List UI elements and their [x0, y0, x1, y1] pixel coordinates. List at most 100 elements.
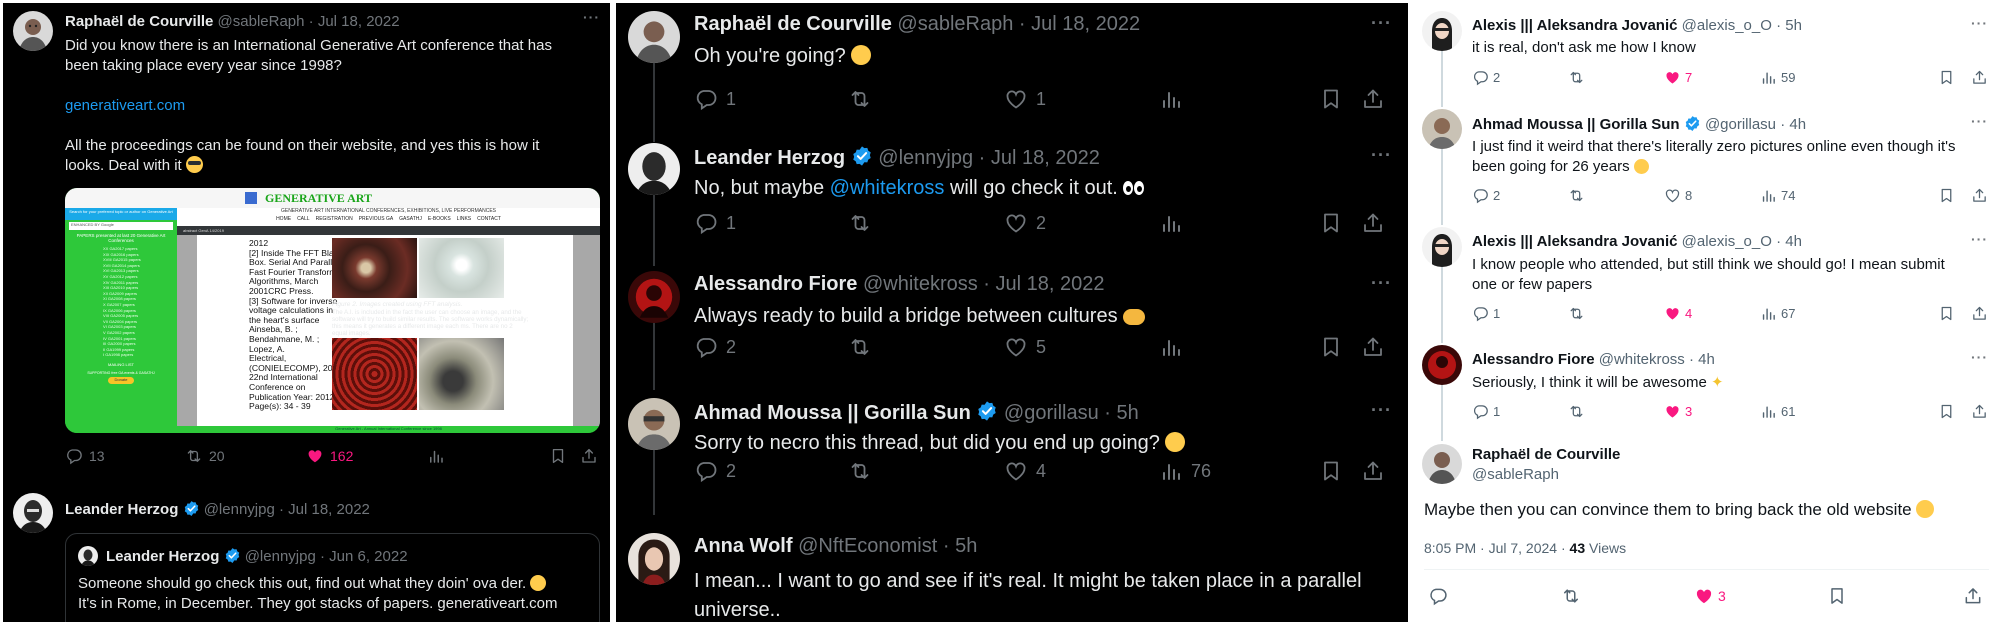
author-name[interactable]: Alessandro Fiore — [694, 273, 857, 295]
author-handle[interactable]: @sableRaph — [218, 13, 305, 30]
reply-button[interactable]: 1 — [1472, 305, 1500, 322]
like-button[interactable]: 3 — [1694, 586, 1726, 606]
bookmark-button[interactable] — [549, 447, 567, 465]
share-button[interactable] — [1971, 403, 1988, 420]
retweet-button[interactable] — [848, 335, 872, 359]
nav-registration[interactable]: REGISTRATION — [316, 216, 353, 226]
like-button[interactable]: 2 — [1004, 211, 1046, 235]
attached-image[interactable]: GENERATIVE ART GENERATIVE ART INTERNATIO… — [65, 188, 600, 433]
author-handle[interactable]: @whitekross — [863, 273, 978, 295]
bookmark-button[interactable] — [1938, 69, 1955, 86]
author-handle[interactable]: @gorillasu — [1705, 116, 1776, 133]
author-name[interactable]: Alexis ||| Aleksandra Jovanić — [1472, 17, 1677, 34]
avatar[interactable] — [1422, 227, 1462, 267]
bookmark-button[interactable] — [1827, 586, 1847, 606]
author-name[interactable]: Raphaël de Courville — [65, 13, 213, 30]
author-name[interactable]: Ahmad Moussa || Gorilla Sun — [1472, 116, 1680, 133]
author-name[interactable]: Leander Herzog — [694, 147, 845, 169]
author-name[interactable]: Alexis ||| Aleksandra Jovanić — [1472, 233, 1677, 250]
tweet-time[interactable]: 8:05 PM · Jul 7, 2024 · — [1424, 540, 1570, 556]
more-icon[interactable]: ··· — [1971, 349, 1988, 365]
nav-call[interactable]: CALL — [297, 216, 310, 226]
views-button[interactable]: 76 — [1159, 459, 1211, 483]
avatar[interactable] — [628, 398, 680, 450]
reply-button[interactable] — [1428, 586, 1448, 606]
more-icon[interactable]: ··· — [583, 9, 600, 25]
tweet-date[interactable]: 5h — [955, 535, 977, 557]
tweet-date[interactable]: 4h — [1698, 351, 1715, 368]
like-button[interactable]: 5 — [1004, 335, 1046, 359]
more-icon[interactable]: ··· — [1371, 400, 1392, 421]
share-button[interactable] — [1361, 211, 1385, 235]
site-search-input[interactable]: ENHANCED BY Google — [69, 222, 173, 230]
retweet-button[interactable] — [848, 87, 872, 111]
avatar[interactable] — [628, 533, 680, 585]
like-button[interactable]: 4 — [1664, 305, 1692, 322]
more-icon[interactable]: ··· — [1371, 145, 1392, 166]
nav-contact[interactable]: CONTACT — [477, 216, 501, 226]
author-handle[interactable]: @lennyjpg — [204, 501, 275, 518]
author-handle[interactable]: @whitekross — [1599, 351, 1685, 368]
views-button[interactable] — [1159, 211, 1183, 235]
retweet-button[interactable] — [848, 211, 872, 235]
like-button[interactable]: 1 — [1004, 87, 1046, 111]
avatar[interactable] — [628, 143, 680, 195]
retweet-button[interactable] — [1568, 69, 1585, 86]
avatar[interactable] — [1422, 11, 1462, 51]
website-link[interactable]: generativeart.com — [65, 96, 552, 116]
tweet-date[interactable]: Jul 18, 2022 — [318, 13, 400, 30]
bookmark-button[interactable] — [1938, 403, 1955, 420]
retweet-button[interactable] — [1568, 305, 1585, 322]
views-button[interactable]: 61 — [1760, 403, 1795, 420]
tweet-date[interactable]: Jul 18, 2022 — [996, 273, 1105, 295]
reply-button[interactable]: 1 — [694, 211, 736, 235]
author-handle[interactable]: @NftEconomist — [798, 535, 937, 557]
bookmark-button[interactable] — [1938, 305, 1955, 322]
author-name[interactable]: Ahmad Moussa || Gorilla Sun — [694, 402, 971, 424]
avatar[interactable] — [13, 11, 53, 51]
avatar[interactable] — [1422, 109, 1462, 149]
quoted-tweet[interactable]: Leander Herzog @lennyjpg · Jun 6, 2022 S… — [65, 533, 600, 622]
share-button[interactable] — [1971, 187, 1988, 204]
share-button[interactable] — [1361, 87, 1385, 111]
author-handle[interactable]: @sableRaph — [1472, 466, 1559, 483]
avatar[interactable] — [1422, 444, 1462, 484]
reply-button[interactable]: 13 — [65, 447, 105, 465]
avatar[interactable] — [628, 11, 680, 63]
avatar[interactable] — [1422, 345, 1462, 385]
author-name[interactable]: Raphaël de Courville — [694, 13, 892, 35]
bookmark-button[interactable] — [1938, 187, 1955, 204]
reply-button[interactable]: 2 — [1472, 187, 1500, 204]
mention-link[interactable]: @whitekross — [830, 177, 945, 199]
share-button[interactable] — [580, 447, 598, 465]
views-button[interactable] — [1159, 87, 1183, 111]
tweet-date[interactable]: Jul 18, 2022 — [1031, 13, 1140, 35]
retweet-button[interactable] — [1568, 403, 1585, 420]
paper-link[interactable]: I GA1998 papers — [103, 352, 177, 358]
author-name[interactable]: Anna Wolf — [694, 535, 793, 557]
views-button[interactable] — [1159, 335, 1183, 359]
like-button[interactable]: 8 — [1664, 187, 1692, 204]
author-name[interactable]: Raphaël de Courville — [1472, 446, 1620, 463]
bookmark-button[interactable] — [1319, 211, 1343, 235]
reply-button[interactable]: 1 — [694, 87, 736, 111]
author-handle[interactable]: @alexis_o_O — [1682, 233, 1772, 250]
share-button[interactable] — [1963, 586, 1983, 606]
like-button[interactable]: 4 — [1004, 459, 1046, 483]
author-handle[interactable]: @lennyjpg — [878, 147, 973, 169]
like-button[interactable]: 162 — [306, 447, 353, 465]
nav-home[interactable]: HOME — [276, 216, 291, 226]
reply-button[interactable]: 1 — [1472, 403, 1500, 420]
share-button[interactable] — [1971, 305, 1988, 322]
retweet-button[interactable] — [848, 459, 872, 483]
bookmark-button[interactable] — [1319, 459, 1343, 483]
tweet-date[interactable]: 4h — [1785, 233, 1802, 250]
tweet-date[interactable]: Jul 18, 2022 — [991, 147, 1100, 169]
bookmark-button[interactable] — [1319, 87, 1343, 111]
tweet-date[interactable]: 5h — [1117, 402, 1139, 424]
mailing-list[interactable]: MAILING LIST — [65, 362, 177, 367]
share-button[interactable] — [1361, 459, 1385, 483]
retweet-button[interactable]: 20 — [185, 447, 225, 465]
avatar[interactable] — [13, 493, 53, 533]
author-handle[interactable]: @sableRaph — [897, 13, 1013, 35]
